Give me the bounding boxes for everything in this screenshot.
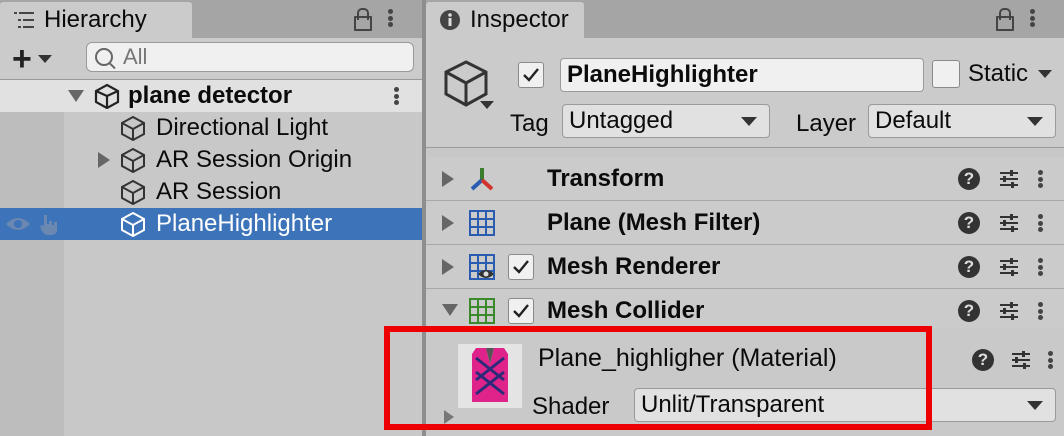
static-toggle[interactable]: Static [932,60,1053,88]
tag-dropdown[interactable]: Untagged [562,104,770,138]
help-icon[interactable]: ? [958,300,980,322]
tag-value: Untagged [569,107,674,134]
object-name-field[interactable]: PlaneHighlighter [560,58,924,92]
help-icon[interactable]: ? [958,212,980,234]
component-menu-icon[interactable] [1038,211,1044,235]
hierarchy-list-icon [12,8,36,32]
enabled-checkbox[interactable] [508,298,534,324]
tab-inspector-label: Inspector [470,6,569,33]
gameobject-header: PlaneHighlighter Static Tag Untagged Lay… [426,38,1064,148]
help-icon[interactable]: ? [972,349,994,371]
chevron-down-icon[interactable] [1038,70,1053,78]
chevron-down-icon [1027,117,1043,126]
layer-value: Default [875,107,952,134]
presets-icon[interactable] [1010,349,1032,371]
mesh-renderer-icon [469,254,495,280]
list-item[interactable]: AR Session Origin [0,144,422,176]
lock-icon[interactable] [994,6,1014,31]
list-item-label: AR Session Origin [156,146,353,173]
static-label: Static [968,60,1029,87]
expand-arrow-icon[interactable] [442,258,454,275]
component-menu-icon[interactable] [1038,299,1044,323]
add-object-button[interactable]: + [12,40,66,78]
chevron-down-icon [1027,401,1043,410]
list-item-label: PlaneHighlighter [156,210,333,237]
expand-arrow-icon[interactable] [442,214,454,231]
component-transform[interactable]: Transform ? [426,157,1064,201]
chevron-down-icon [741,117,757,126]
component-menu-icon[interactable] [1038,255,1044,279]
active-checkbox[interactable] [518,62,544,88]
more-options-icon[interactable] [388,6,394,30]
plus-icon: + [12,40,32,78]
material-menu-icon[interactable] [1048,348,1054,372]
layer-dropdown[interactable]: Default [868,104,1056,138]
mesh-filter-icon [469,210,495,236]
checkmark-icon [513,304,529,318]
hierarchy-tab-bar: Hierarchy [0,0,422,38]
component-mesh-renderer[interactable]: Mesh Renderer ? [426,245,1064,289]
presets-icon[interactable] [998,256,1020,278]
unity-scene-icon [94,83,120,110]
search-input[interactable]: All [86,42,414,72]
search-icon [95,48,113,66]
annotation-highlight-box [384,326,932,430]
tab-hierarchy-label: Hierarchy [44,6,147,33]
list-item[interactable]: Directional Light [0,112,422,144]
expand-arrow-icon[interactable] [68,90,84,102]
presets-icon[interactable] [998,300,1020,322]
expand-arrow-icon[interactable] [98,152,110,168]
list-item[interactable]: AR Session [0,176,422,208]
chevron-down-icon[interactable] [480,101,494,109]
hierarchy-toolbar: + All [0,38,422,80]
lock-icon[interactable] [352,6,372,31]
tag-label: Tag [510,110,549,137]
collapse-arrow-icon[interactable] [442,304,458,316]
list-item-label: Directional Light [156,114,329,141]
hierarchy-panel: Hierarchy + All plane detector Direction… [0,0,422,436]
transform-icon [470,168,494,191]
scene-menu-icon[interactable] [394,84,400,108]
mesh-collider-icon [469,298,495,324]
gameobject-cube-icon [121,179,145,205]
gameobject-cube-icon [121,147,145,173]
static-checkbox[interactable] [932,60,960,88]
component-title: Mesh Collider [547,297,705,324]
info-icon [438,8,462,32]
scene-name: plane detector [128,82,293,109]
checkmark-icon [513,260,529,274]
presets-icon[interactable] [998,212,1020,234]
search-placeholder: All [123,44,148,69]
component-title: Transform [547,165,665,192]
component-menu-icon[interactable] [1038,167,1044,191]
gameobject-cube-icon [121,115,145,141]
help-icon[interactable]: ? [958,168,980,190]
tab-inspector[interactable]: Inspector [426,2,584,38]
more-options-icon[interactable] [1030,6,1036,30]
checkmark-icon [523,68,539,82]
scene-row[interactable]: plane detector [0,80,422,112]
gameobject-cube-icon [121,211,145,237]
expand-arrow-icon[interactable] [442,170,454,187]
pick-hand-icon[interactable] [36,211,62,237]
inspector-tab-bar: Inspector [426,0,1064,38]
presets-icon[interactable] [998,168,1020,190]
layer-label: Layer [796,110,857,137]
component-title: Plane (Mesh Filter) [547,209,761,236]
enabled-checkbox[interactable] [508,254,534,280]
list-item-label: AR Session [156,178,282,205]
chevron-down-icon [37,55,52,63]
component-title: Mesh Renderer [547,253,721,280]
component-mesh-filter[interactable]: Plane (Mesh Filter) ? [426,201,1064,245]
eye-icon[interactable] [4,214,32,234]
help-icon[interactable]: ? [958,256,980,278]
tab-hierarchy[interactable]: Hierarchy [0,2,192,38]
